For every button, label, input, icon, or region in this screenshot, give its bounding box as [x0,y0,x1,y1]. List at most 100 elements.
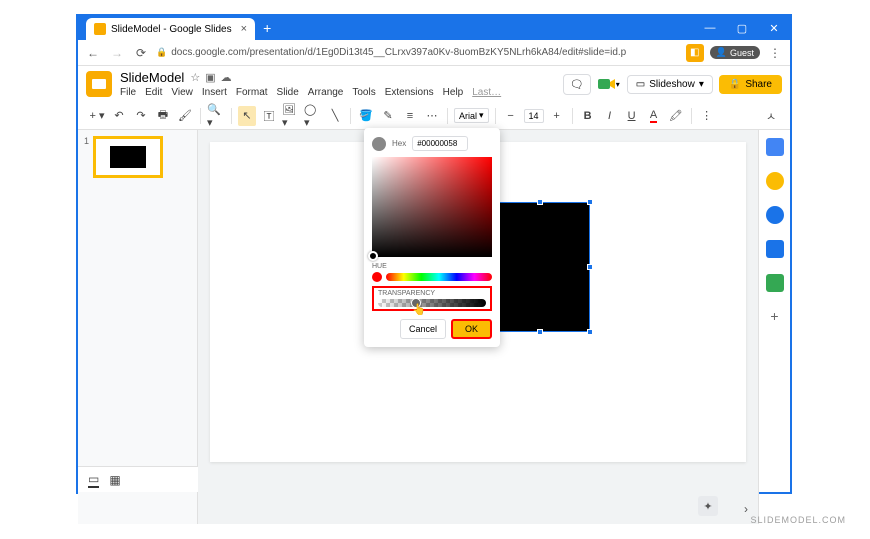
more-button[interactable]: ⋮ [698,106,716,126]
tasks-icon[interactable] [766,206,784,224]
slides-favicon [94,23,106,35]
meet-button[interactable]: ▾ [597,74,621,94]
lock-icon: 🔒 [729,79,741,90]
hide-menus-button[interactable]: ㅅ [762,106,780,126]
cancel-button[interactable]: Cancel [400,319,446,339]
text-color-button[interactable]: A [645,106,663,126]
workspace: 1 [78,130,790,524]
select-tool[interactable]: ↖ [238,106,256,126]
star-icon[interactable]: ☆ [190,71,200,84]
selected-rectangle-shape[interactable] [490,202,590,332]
print-button[interactable]: 🖶 [154,106,172,126]
watermark: SLIDEMODEL.COM [750,515,846,525]
resize-handle[interactable] [587,264,593,270]
comment-history-button[interactable]: 🗨 [563,74,591,95]
transparency-slider[interactable] [378,299,486,307]
transparency-highlight: TRANSPARENCY 👆 [372,286,492,311]
menu-tools[interactable]: Tools [352,87,375,98]
last-edit[interactable]: Last… [472,87,501,98]
highlight-button[interactable]: 🖍 [667,106,685,126]
cloud-icon[interactable]: ☁ [221,71,232,84]
maximize-icon[interactable]: ▢ [726,22,758,35]
menu-extensions[interactable]: Extensions [385,87,434,98]
resize-handle[interactable] [537,329,543,335]
play-icon: ▭ [636,79,645,90]
menu-help[interactable]: Help [443,87,464,98]
move-icon[interactable]: ▣ [205,71,215,84]
doc-title[interactable]: SlideModel [120,70,184,85]
resize-handle[interactable] [587,329,593,335]
saturation-field[interactable] [372,157,492,257]
app-header: SlideModel ☆ ▣ ☁ File Edit View Insert F… [78,66,790,102]
reload-icon[interactable]: ⟳ [132,46,150,60]
border-weight-button[interactable]: ≡ [401,106,419,126]
slide-number: 1 [84,136,89,178]
thumbnail-shape [110,146,146,168]
filmstrip-view-icon[interactable]: ▭ [88,472,99,488]
menu-format[interactable]: Format [236,87,268,98]
back-icon[interactable]: ← [84,46,102,60]
hue-slider[interactable] [386,273,492,281]
image-tool[interactable]: 🖼 ▾ [282,106,300,126]
add-addon-button[interactable]: + [770,308,778,324]
border-color-button[interactable]: ✎ [379,106,397,126]
slideshow-button[interactable]: ▭ Slideshow ▾ [627,75,713,94]
textbox-tool[interactable]: 🅃 [260,106,278,126]
resize-handle[interactable] [587,199,593,205]
shape-tool[interactable]: ◯ ▾ [304,106,322,126]
slide-panel: 1 [78,130,198,524]
menu-arrange[interactable]: Arrange [308,87,344,98]
saturation-cursor[interactable] [368,251,378,261]
redo-button[interactable]: ↷ [132,106,150,126]
share-button[interactable]: 🔒 Share [719,75,782,94]
explore-button[interactable]: ✦ [698,496,718,516]
slide-thumbnail[interactable] [93,136,163,178]
menu-icon[interactable]: ⋮ [766,46,784,60]
contacts-icon[interactable] [766,240,784,258]
hex-input[interactable] [412,136,468,151]
extension-icon[interactable]: ◧ [686,44,704,62]
resize-handle[interactable] [537,199,543,205]
slides-logo[interactable] [86,71,112,97]
close-window-icon[interactable]: ✕ [758,22,790,35]
grid-view-icon[interactable]: ▦ [109,473,120,487]
line-tool[interactable]: ╲ [326,106,344,126]
menu-file[interactable]: File [120,87,136,98]
paint-format-button[interactable]: 🖌 [176,106,194,126]
new-tab-button[interactable]: + [263,20,271,36]
side-panel: + [758,130,790,524]
hue-label: HUE [372,263,492,270]
maps-icon[interactable] [766,274,784,292]
increase-font-button[interactable]: + [548,106,566,126]
menu-insert[interactable]: Insert [202,87,227,98]
toolbar: + ▾ ↶ ↷ 🖶 🖌 🔍 ▾ ↖ 🅃 🖼 ▾ ◯ ▾ ╲ 🪣 ✎ ≡ ⋯ Ar… [78,102,790,130]
cursor-icon: 👆 [412,303,426,316]
menu-edit[interactable]: Edit [145,87,162,98]
guest-profile[interactable]: 👤 Guest [710,46,760,59]
canvas-area[interactable]: Hex HUE TRANSPARENCY [198,130,758,524]
fill-color-button[interactable]: 🪣 [357,106,375,126]
bold-button[interactable]: B [579,106,597,126]
font-size-input[interactable]: 14 [524,109,544,123]
close-tab-icon[interactable]: × [241,23,247,35]
zoom-button[interactable]: 🔍 ▾ [207,106,225,126]
address-bar[interactable]: 🔒 docs.google.com/presentation/d/1Eg0Di1… [156,47,680,58]
border-dash-button[interactable]: ⋯ [423,106,441,126]
font-select[interactable]: Arial ▾ [454,108,489,123]
underline-button[interactable]: U [623,106,641,126]
new-slide-button[interactable]: + ▾ [88,106,106,126]
keep-icon[interactable] [766,172,784,190]
menu-slide[interactable]: Slide [277,87,299,98]
forward-icon[interactable]: → [108,46,126,60]
browser-tab[interactable]: SlideModel - Google Slides × [86,18,255,40]
menu-view[interactable]: View [171,87,193,98]
minimize-icon[interactable]: — [694,22,726,34]
undo-button[interactable]: ↶ [110,106,128,126]
slide[interactable]: Hex HUE TRANSPARENCY [210,142,746,462]
hex-label: Hex [392,139,406,148]
italic-button[interactable]: I [601,106,619,126]
ok-button[interactable]: OK [451,319,492,339]
expand-sidepanel-icon[interactable]: › [744,502,748,516]
calendar-icon[interactable] [766,138,784,156]
decrease-font-button[interactable]: − [502,106,520,126]
